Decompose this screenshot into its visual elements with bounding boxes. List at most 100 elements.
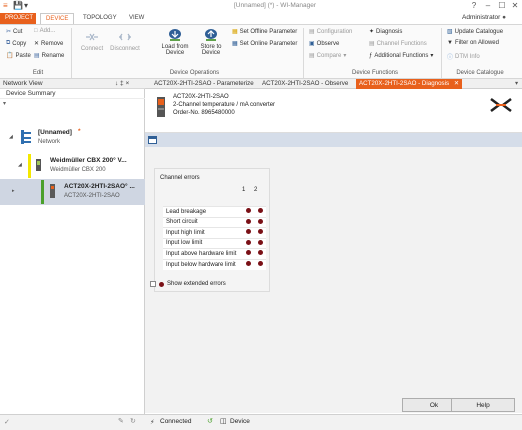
channel-error-row: Input high limit <box>163 227 266 238</box>
set-online-parameter-button[interactable]: ▦ Set Online Parameter <box>232 40 297 48</box>
store-label-2: Device <box>201 50 221 56</box>
disconnect-button[interactable]: Disconnect <box>107 30 143 52</box>
diagnosis-button[interactable]: ✦ Diagnosis <box>369 28 403 36</box>
help-icon[interactable]: ? <box>468 1 480 10</box>
channel-functions-button[interactable]: ▤ Channel Functions <box>369 40 427 48</box>
rename-button[interactable]: ▤ Rename <box>34 52 64 60</box>
panel-controls[interactable]: ↓ ‡ × <box>115 80 129 87</box>
tree-node-cbx200[interactable]: ◢ Weidmüller CBX 200° V... Weidmüller CB… <box>0 153 145 179</box>
checkmark-icon: ✓ <box>4 419 10 426</box>
pencil-icon[interactable]: ✎ <box>118 417 124 425</box>
store-to-device-button[interactable]: Store to Device <box>196 28 226 56</box>
device-summary-row[interactable]: Device Summary <box>0 89 145 99</box>
online-parameter-icon: ▦ <box>232 41 238 47</box>
led-icon <box>257 250 263 256</box>
led-icon <box>245 250 251 256</box>
channel-errors-table: Lead breakage Short circuit Input high lim… <box>163 206 266 270</box>
cut-button[interactable]: ✂ Cut <box>6 28 22 36</box>
led-icon <box>245 229 251 235</box>
minimize-button[interactable]: – <box>482 1 494 10</box>
led-icon <box>245 261 251 266</box>
diagnosis-content: Channel errors 1 2 Lead breakage Short ci… <box>145 147 522 413</box>
separator <box>441 28 442 78</box>
remove-button[interactable]: ✕ Remove <box>34 40 63 48</box>
update-catalogue-icon: ▧ <box>447 29 453 35</box>
device-description: 2-Channel temperature / mA converter <box>173 102 276 108</box>
led-icon <box>257 208 263 214</box>
help-button[interactable]: Help <box>451 398 515 412</box>
expand-icon[interactable]: ▸ <box>12 188 15 194</box>
show-extended-errors-checkbox[interactable] <box>150 281 156 287</box>
weidmueller-logo <box>490 98 512 112</box>
paste-button[interactable]: 📋 Paste <box>6 52 31 60</box>
window-title: [Unnamed] (*) - WI-Manager <box>234 2 316 9</box>
observe-button[interactable]: ▣ Observe <box>309 40 339 48</box>
connect-button[interactable]: Connect <box>78 30 106 52</box>
tree-node-network[interactable]: ◢ [Unnamed] * Network <box>0 126 145 150</box>
dtm-info-button[interactable]: ⓘ DTM Info <box>447 52 480 62</box>
connect-label: Connect <box>80 46 104 52</box>
device-header: ACT20X-2HTI-2SAO 2-Channel temperature /… <box>145 89 522 133</box>
add-button[interactable]: □ Add... <box>34 28 55 34</box>
modified-marker: * <box>78 128 81 135</box>
show-extended-errors-label: Show extended errors <box>167 281 226 287</box>
compare-button[interactable]: ▤ Compare ▾ <box>309 52 346 60</box>
tree-node-act20x[interactable]: ▸ ACT20X-2HTI-2SAO° ... ACT20X-2HTI-2SAO <box>0 179 145 205</box>
tab-observe[interactable]: ACT20X-2HTI-2SAO - Observe <box>262 80 348 87</box>
tree-node-name: Weidmüller CBX 200° V... <box>50 157 127 164</box>
channel-error-row: Input low limit <box>163 237 266 249</box>
user-label[interactable]: Administrator ● <box>462 14 506 21</box>
disconnect-label: Disconnect <box>110 46 140 52</box>
tab-topology[interactable]: TOPOLOGY <box>78 13 122 24</box>
channel-1-led <box>242 258 254 270</box>
channel-error-label: Lead breakage <box>163 206 242 217</box>
update-catalogue-button[interactable]: ▧ Update Catalogue <box>447 28 503 36</box>
channel-2-led <box>254 248 266 259</box>
save-icon[interactable]: 💾 <box>13 1 23 10</box>
channel-1-led <box>242 248 254 259</box>
close-tab-icon[interactable]: ✕ <box>454 80 459 87</box>
channel-error-row: Input below hardware limit <box>163 258 266 270</box>
channel-error-label: Input low limit <box>163 237 242 249</box>
show-extended-errors-row[interactable]: Show extended errors <box>150 281 226 287</box>
tab-view[interactable]: VIEW <box>124 13 149 24</box>
close-button[interactable]: ✕ <box>509 1 521 10</box>
tab-project[interactable]: PROJECT <box>0 13 36 24</box>
copy-icon: ⧉ <box>6 40 11 46</box>
tab-parameterize[interactable]: ACT20X-2HTI-2SAO - Parameterize <box>154 80 254 87</box>
network-view-panel: Network View ↓ ‡ × Device Summary ▾ ◢ [U… <box>0 79 145 414</box>
tab-overflow-icon[interactable]: ▾ <box>515 80 518 87</box>
channel-2-led <box>254 206 266 217</box>
paste-label: Paste <box>15 52 31 59</box>
quick-access-menu-icon[interactable]: ▾ <box>24 1 28 10</box>
load-from-device-button[interactable]: Load from Device <box>160 28 190 56</box>
stethoscope-icon: ✦ <box>369 29 375 35</box>
status-bar-green <box>41 180 44 204</box>
tree-node-name: ACT20X-2HTI-2SAO° ... <box>64 183 135 190</box>
diagnosis-label: Diagnosis <box>376 28 403 35</box>
channel-1-led <box>242 227 254 238</box>
filter-on-allowed-button[interactable]: ▼ Filter on Allowed <box>447 40 499 46</box>
configuration-button[interactable]: ▤ Configuration <box>309 28 352 36</box>
view-toggle-icon[interactable] <box>148 136 157 144</box>
expand-icon[interactable]: ◢ <box>18 162 22 168</box>
device-status: Device <box>230 418 250 425</box>
column-header-2: 2 <box>254 187 258 193</box>
connect-icon <box>86 33 98 41</box>
tab-device[interactable]: DEVICE <box>40 13 75 24</box>
set-offline-parameter-button[interactable]: ▦ Set Offline Parameter <box>232 28 297 36</box>
tab-diagnosis[interactable]: ACT20X-2HTI-2SAO - Diagnosis ✕ <box>356 79 463 89</box>
additional-functions-label: Additional Functions <box>374 52 429 59</box>
remove-icon: ✕ <box>34 41 40 47</box>
copy-button[interactable]: ⧉ Copy <box>6 40 26 47</box>
status-bar-yellow <box>28 154 31 178</box>
paste-icon: 📋 <box>6 53 14 59</box>
device-icon: ◫ <box>220 418 227 425</box>
channel-error-row: Lead breakage <box>163 206 266 217</box>
collapse-icon[interactable]: ▾ <box>3 100 6 107</box>
refresh-icon[interactable]: ↻ <box>130 417 136 425</box>
maximize-button[interactable]: ☐ <box>496 1 508 10</box>
expand-icon[interactable]: ◢ <box>9 134 13 140</box>
additional-functions-button[interactable]: ƒ Additional Functions ▾ <box>369 52 433 60</box>
sync-icon: ↺ <box>207 418 213 425</box>
